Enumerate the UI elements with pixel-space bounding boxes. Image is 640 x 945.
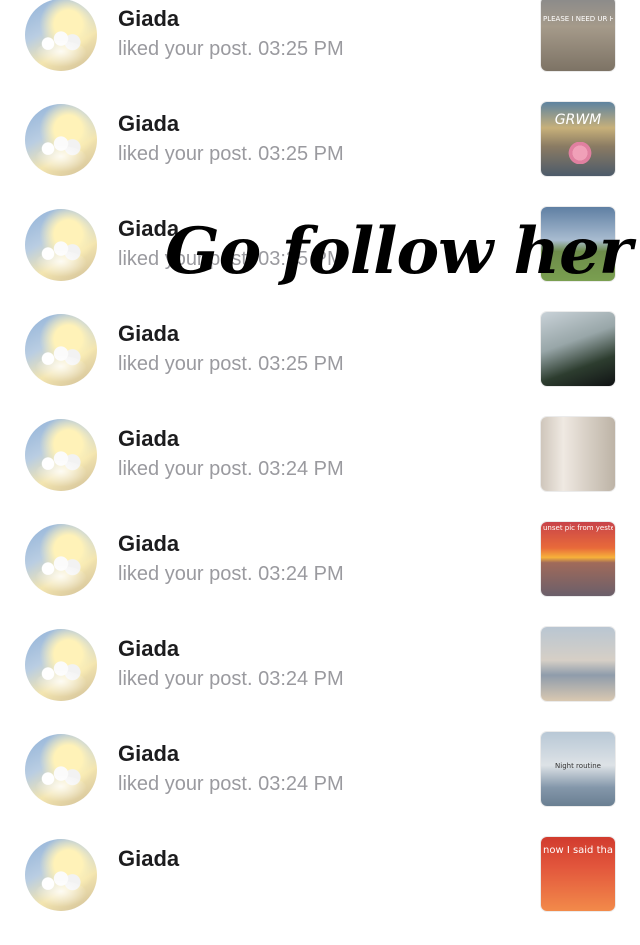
avatar[interactable] (25, 524, 97, 596)
notification-row[interactable]: Giada liked your post. 03:25 PM PLEASE I… (0, 0, 640, 105)
username[interactable]: Giada (118, 741, 179, 767)
post-thumbnail[interactable] (541, 312, 615, 386)
avatar[interactable] (25, 209, 97, 281)
post-thumbnail[interactable] (541, 417, 615, 491)
notification-text: liked your post. 03:25 PM (118, 353, 344, 375)
notification-row[interactable]: Giada liked your post. 03:25 PM (0, 207, 640, 315)
post-thumbnail[interactable]: unset pic from yesterday (541, 522, 615, 596)
thumbnail-caption: Night routine (555, 762, 601, 770)
username[interactable]: Giada (118, 321, 179, 347)
notification-row[interactable]: Giada liked your post. 03:25 PM (0, 312, 640, 420)
avatar[interactable] (25, 734, 97, 806)
post-thumbnail[interactable] (541, 627, 615, 701)
thumbnail-caption: now I said that I (543, 845, 613, 856)
notification-text: liked your post. 03:24 PM (118, 563, 344, 585)
notification-text: liked your post. 03:25 PM (118, 143, 344, 165)
thumbnail-caption: PLEASE I NEED UR HELP!!! (543, 15, 613, 23)
notification-row[interactable]: Giada now I said that I (0, 837, 640, 945)
post-thumbnail[interactable]: now I said that I (541, 837, 615, 911)
avatar[interactable] (25, 314, 97, 386)
notification-text: liked your post. 03:24 PM (118, 668, 344, 690)
avatar[interactable] (25, 104, 97, 176)
avatar[interactable] (25, 419, 97, 491)
post-thumbnail[interactable] (541, 207, 615, 281)
thumbnail-caption: GRWM (554, 112, 602, 128)
notification-row[interactable]: Giada liked your post. 03:25 PM GRWM (0, 102, 640, 210)
flower-decoration (565, 142, 595, 164)
post-thumbnail[interactable]: GRWM (541, 102, 615, 176)
notification-row[interactable]: Giada liked your post. 03:24 PM Night ro… (0, 732, 640, 840)
notification-text: liked your post. 03:24 PM (118, 458, 344, 480)
avatar[interactable] (25, 629, 97, 701)
username[interactable]: Giada (118, 426, 179, 452)
notification-text: liked your post. 03:24 PM (118, 773, 344, 795)
avatar[interactable] (25, 839, 97, 911)
notification-row[interactable]: Giada liked your post. 03:24 PM unset pi… (0, 522, 640, 630)
notification-row[interactable]: Giada liked your post. 03:24 PM (0, 417, 640, 525)
notification-text: liked your post. 03:25 PM (118, 38, 344, 60)
notification-row[interactable]: Giada liked your post. 03:24 PM (0, 627, 640, 735)
username[interactable]: Giada (118, 111, 179, 137)
post-thumbnail[interactable]: Night routine (541, 732, 615, 806)
avatar[interactable] (25, 0, 97, 71)
username[interactable]: Giada (118, 216, 179, 242)
post-thumbnail[interactable]: PLEASE I NEED UR HELP!!! (541, 0, 615, 71)
username[interactable]: Giada (118, 846, 179, 872)
username[interactable]: Giada (118, 6, 179, 32)
notification-text: liked your post. 03:25 PM (118, 248, 344, 270)
username[interactable]: Giada (118, 636, 179, 662)
username[interactable]: Giada (118, 531, 179, 557)
thumbnail-caption: unset pic from yesterday (543, 524, 613, 532)
